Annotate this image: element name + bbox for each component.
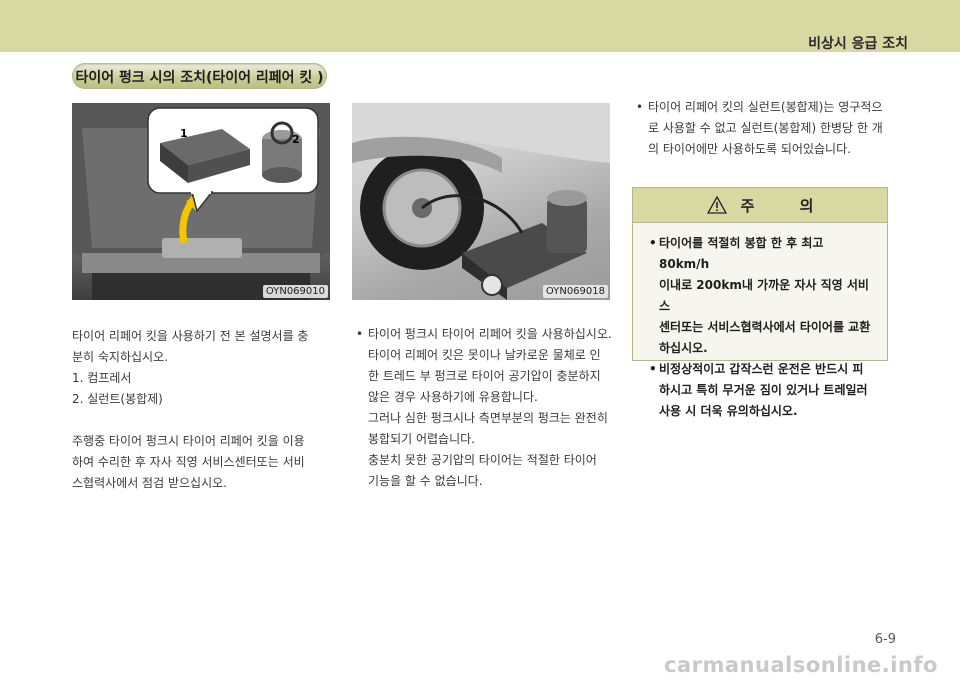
section-heading: 타이어 펑크 시의 조치(타이어 리페어 킷 ): [75, 70, 324, 86]
bullet-line: 그러나 심한 펑크시나 측면부분의 펑크는 완전히: [368, 411, 608, 425]
bullet-line: 타이어 펑크시 타이어 리페어 킷을 사용하십시오.: [352, 324, 614, 345]
caution-line: 하십시오.: [659, 341, 708, 355]
list-item-compressor: 1. 컴프레서: [72, 371, 132, 385]
bullet-line: 한 트레드 부 펑크로 타이어 공기압이 충분하지: [368, 369, 601, 383]
caution-line: 사용 시 더욱 유의하십시오.: [659, 404, 798, 418]
section-title: 비상시 응급 조치: [808, 36, 908, 52]
bullet-line: 봉합되기 어렵습니다.: [368, 432, 475, 446]
bullet-line: 타이어 리페어 킷의 실런트(봉합제)는 영구적으: [632, 97, 894, 118]
list-item-sealant: 2. 실런트(봉합제): [72, 392, 163, 406]
para-line: 주행중 타이어 펑크시 타이어 리페어 킷을 이용: [72, 434, 305, 448]
col1-text: 타이어 리페어 킷을 사용하기 전 본 설명서를 충 분히 숙지하십시오. 1.…: [72, 326, 334, 494]
para-line: 하여 수리한 후 자사 직영 서비스센터또는 서비: [72, 455, 305, 469]
intro-line: 분히 숙지하십시오.: [72, 350, 168, 364]
caution-header: 주 의: [633, 188, 887, 223]
caution-title: 주 의: [740, 196, 834, 215]
caution-line: 센터또는 서비스협력사에서 타이어를 교환: [659, 320, 871, 334]
caution-body: 타이어를 적절히 봉합 한 후 최고 80km/h 이내로 200km내 가까운…: [633, 223, 887, 422]
col3-text: 타이어 리페어 킷의 실런트(봉합제)는 영구적으 로 사용할 수 없고 실런트…: [632, 97, 894, 160]
figure-code: OYN069018: [542, 285, 608, 298]
bullet-line: 로 사용할 수 없고 실런트(봉합제) 한병당 한 개: [648, 121, 883, 135]
intro-line: 타이어 리페어 킷을 사용하기 전 본 설명서를 충: [72, 329, 309, 343]
page-number: 6-9: [874, 632, 896, 647]
warning-triangle-icon: [706, 196, 727, 214]
figure-compressor-on-tire: OYN069018: [352, 103, 610, 300]
caution-line: 하시고 특히 무거운 짐이 있거나 트레일러: [659, 383, 868, 397]
caution-line: 이내로 200km내 가까운 자사 직영 서비스: [659, 278, 869, 313]
col2-text: 타이어 펑크시 타이어 리페어 킷을 사용하십시오. 타이어 리페어 킷은 못이…: [352, 324, 614, 492]
bullet-line: 충분치 못한 공기압의 타이어는 적절한 타이어: [368, 453, 597, 467]
caution-line: 비정상적이고 갑작스런 운전은 반드시 피: [645, 359, 877, 380]
para-line: 스협력사에서 점검 받으십시오.: [72, 476, 227, 490]
caution-box: 주 의 타이어를 적절히 봉합 한 후 최고 80km/h 이내로 200km내…: [632, 187, 888, 418]
bullet-line: 의 타이어에만 사용하도록 되어있습니다.: [648, 142, 851, 156]
caution-line: 타이어를 적절히 봉합 한 후 최고 80km/h: [645, 233, 877, 275]
watermark: carmanualsonline.info: [664, 653, 938, 677]
callout-1: 1: [180, 127, 188, 140]
section-heading-pill: 타이어 펑크 시의 조치(타이어 리페어 킷 ): [72, 63, 327, 89]
figure-trunk-repair-kit: 1 2 OYN069010: [72, 103, 330, 300]
bullet-line: 않은 경우 사용하기에 유용합니다.: [368, 390, 538, 404]
tire-illustration: [352, 103, 610, 300]
callout-2: 2: [292, 133, 300, 146]
bullet-line: 타이어 리페어 킷은 못이나 날카로운 물체로 인: [368, 348, 601, 362]
bullet-line: 기능을 할 수 없습니다.: [368, 474, 483, 488]
figure-code: OYN069010: [262, 285, 328, 298]
